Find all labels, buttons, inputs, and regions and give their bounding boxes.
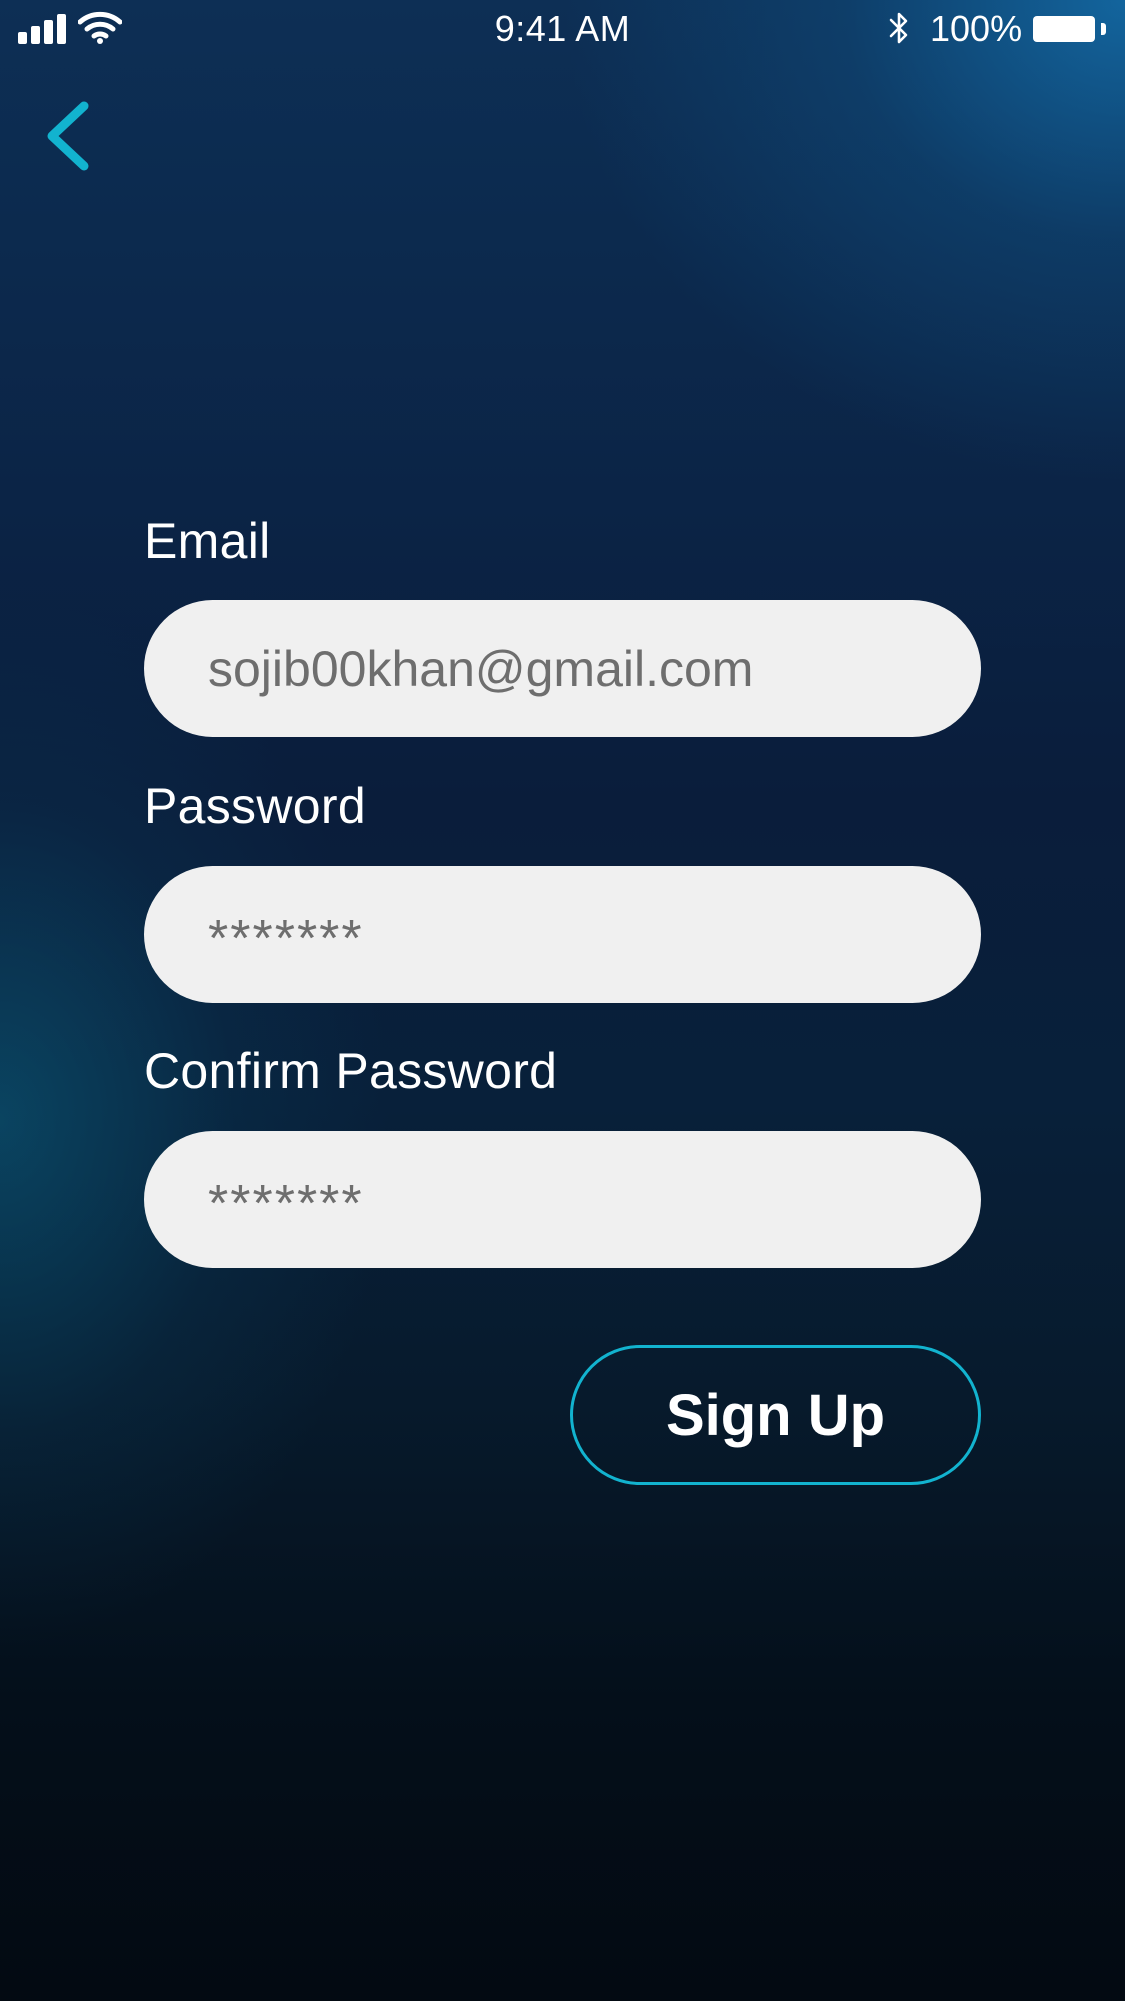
email-field[interactable]: sojib00khan@gmail.com [144,600,981,737]
confirm-password-label: Confirm Password [144,1043,558,1099]
status-bar: 9:41 AM 100% [0,0,1125,58]
chevron-left-icon[interactable] [40,98,94,174]
email-label: Email [144,513,271,569]
email-field-value: sojib00khan@gmail.com [208,640,754,697]
password-field-value: ******* [208,909,364,968]
password-field[interactable]: ******* [144,866,981,1003]
bluetooth-icon [889,12,908,44]
password-label: Password [144,778,366,834]
confirm-password-field[interactable]: ******* [144,1131,981,1268]
confirm-password-field-value: ******* [208,1174,364,1233]
battery-tip [1101,23,1106,35]
battery-percent: 100% [930,8,1023,49]
sign-up-button-label: Sign Up [665,1382,886,1448]
sign-up-button[interactable]: Sign Up [570,1345,981,1485]
battery-icon [1033,16,1095,42]
